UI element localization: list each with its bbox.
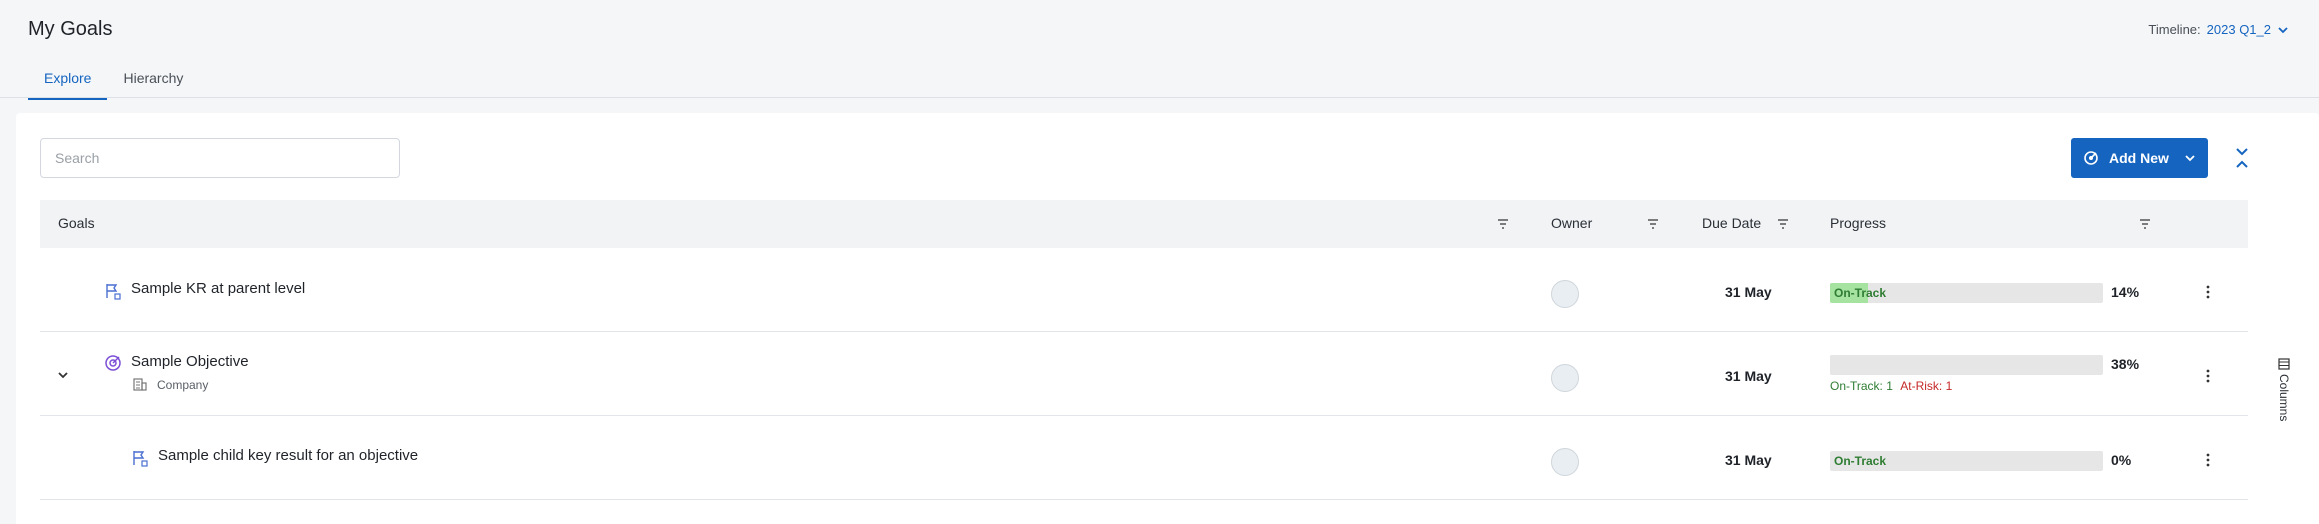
on-track-count: On-Track: 1: [1830, 379, 1893, 393]
column-header-due-date: Due Date: [1702, 215, 1762, 231]
status-counts: On-Track: 1 At-Risk: 1: [1830, 379, 1952, 393]
column-header-goals: Goals: [58, 215, 95, 231]
progress-percent: 14%: [2111, 284, 2140, 300]
table-row[interactable]: Sample child key result for an objective…: [40, 416, 2248, 500]
at-risk-count: At-Risk: 1: [1900, 379, 1953, 393]
more-options-icon[interactable]: [2203, 284, 2213, 300]
table-header: Goals Owner Due Date Progress: [40, 200, 2248, 248]
progress-percent: 0%: [2111, 452, 2132, 468]
add-new-label: Add New: [2109, 150, 2169, 166]
column-header-owner: Owner: [1551, 215, 1593, 231]
chevron-down-icon[interactable]: [56, 368, 70, 382]
status-label: On-Track: [1834, 286, 1887, 300]
timeline-selector[interactable]: Timeline: 2023 Q1_2: [2148, 22, 2289, 37]
due-date: 31 May: [1725, 284, 1772, 300]
filter-icon[interactable]: [1646, 217, 1660, 231]
timeline-label: Timeline:: [2148, 22, 2201, 37]
goal-title[interactable]: Sample Objective: [131, 353, 249, 370]
owner-avatar[interactable]: [1551, 448, 1579, 476]
due-date: 31 May: [1725, 452, 1772, 468]
collapse-all-icon[interactable]: [2232, 145, 2252, 171]
tab-hierarchy[interactable]: Hierarchy: [107, 68, 199, 100]
goal-title[interactable]: Sample child key result for an objective: [158, 447, 418, 464]
goal-target-icon: [2084, 151, 2098, 165]
progress-bar: On-Track: [1830, 451, 2103, 471]
status-label: On-Track: [1834, 454, 1887, 468]
goal-owner-type: Company: [157, 378, 209, 392]
columns-panel-toggle[interactable]: Columns: [2274, 358, 2294, 428]
columns-label: Columns: [2277, 374, 2291, 422]
tab-bar: Explore Hierarchy: [28, 68, 199, 100]
objective-target-icon: [105, 355, 121, 371]
chevron-down-icon[interactable]: [2184, 152, 2196, 164]
owner-avatar[interactable]: [1551, 364, 1579, 392]
more-options-icon[interactable]: [2203, 368, 2213, 384]
tab-explore[interactable]: Explore: [28, 68, 108, 100]
column-header-progress: Progress: [1830, 215, 1887, 231]
key-result-flag-icon: [106, 284, 121, 300]
page-title: My Goals: [28, 18, 113, 40]
building-icon: [133, 378, 147, 391]
filter-icon[interactable]: [1776, 217, 1790, 231]
progress-bar: [1830, 355, 2103, 375]
key-result-flag-icon: [133, 451, 148, 467]
table-row[interactable]: Sample Objective Company 31 May 38% On-T…: [40, 332, 2248, 416]
page-header: My Goals Timeline: 2023 Q1_2 Explore Hie…: [0, 0, 2319, 100]
columns-icon: [2278, 358, 2290, 370]
progress-bar: On-Track: [1830, 283, 2103, 303]
progress-percent: 38%: [2111, 356, 2140, 372]
goals-panel: Add New Goals Owner Due Date Progress Sa…: [16, 113, 2319, 524]
goal-title[interactable]: Sample KR at parent level: [131, 280, 305, 297]
filter-icon[interactable]: [1496, 217, 1510, 231]
add-new-button[interactable]: Add New: [2071, 138, 2208, 178]
chevron-down-icon[interactable]: [2277, 24, 2289, 36]
filter-icon[interactable]: [2138, 217, 2152, 231]
timeline-value[interactable]: 2023 Q1_2: [2207, 22, 2271, 37]
table-row[interactable]: Sample KR at parent level 31 May On-Trac…: [40, 248, 2248, 332]
search-input[interactable]: [40, 138, 400, 178]
owner-avatar[interactable]: [1551, 280, 1579, 308]
due-date: 31 May: [1725, 368, 1772, 384]
more-options-icon[interactable]: [2203, 452, 2213, 468]
progress-fill: [1830, 355, 1934, 375]
